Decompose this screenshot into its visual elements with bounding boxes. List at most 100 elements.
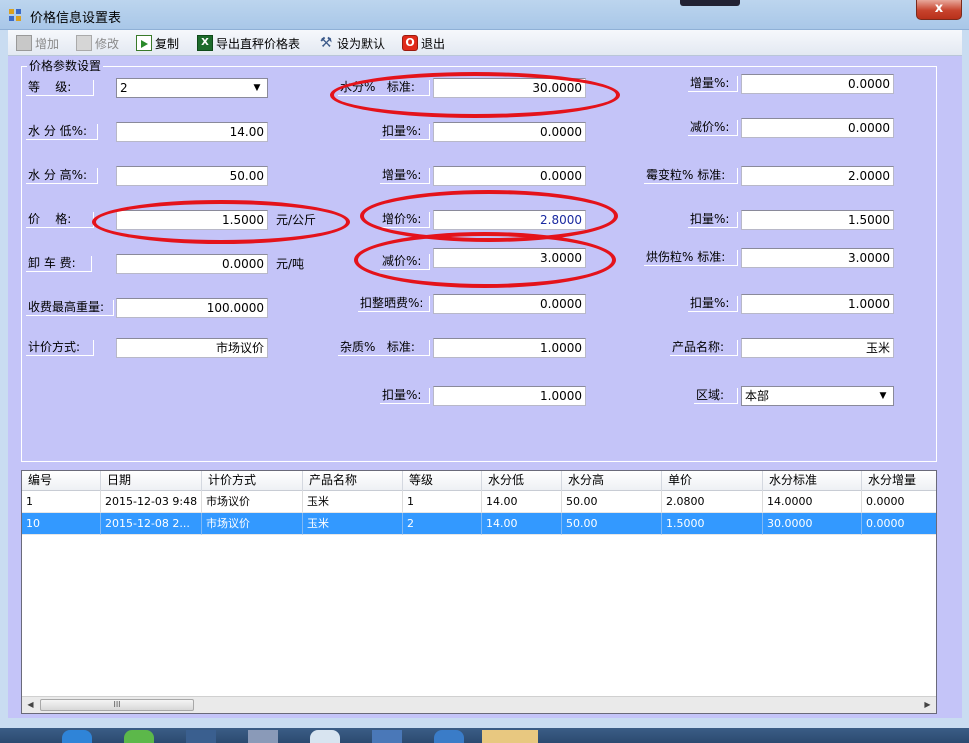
table-row-selected[interactable]: 10 2015-12-08 2... 市场议价 玉米 2 14.00 50.00… [22, 513, 936, 535]
scroll-right-icon[interactable]: ▶ [919, 697, 936, 713]
table-cell: 50.00 [562, 491, 662, 513]
add-price-input[interactable]: 2.8000 [433, 210, 586, 230]
col-header-id[interactable]: 编号 [22, 471, 101, 491]
set-default-label: 设为默认 [337, 36, 386, 51]
table-row[interactable]: 1 2015-12-03 9:48 市场议价 玉米 1 14.00 50.00 … [22, 491, 936, 513]
baked-std-label: 烘伤粒% 标准: [644, 250, 738, 266]
increase-input[interactable]: 0.0000 [741, 74, 894, 94]
grade-select[interactable]: 2 ▼ [116, 78, 268, 98]
scroll-left-icon[interactable]: ◀ [22, 697, 39, 713]
region-select[interactable]: 本部 ▼ [741, 386, 894, 406]
exit-label: 退出 [421, 36, 446, 51]
deduct4-input[interactable]: 1.0000 [741, 294, 894, 314]
table-cell: 2.0800 [662, 491, 763, 513]
deduct4-label: 扣量%: [688, 296, 738, 312]
unload-fee-unit: 元/吨 [276, 257, 305, 271]
deduct2-label: 扣量%: [380, 388, 430, 404]
reduce-input[interactable]: 0.0000 [741, 118, 894, 138]
impurity-std-label: 杂质% 标准: [338, 340, 430, 356]
taskbar-app-icon[interactable] [186, 730, 216, 743]
table-cell: 0.0000 [862, 491, 936, 513]
increase1-input[interactable]: 0.0000 [433, 166, 586, 186]
max-weight-input[interactable]: 100.0000 [116, 298, 268, 318]
title-bar[interactable]: 价格信息设置表 x [0, 0, 969, 30]
unload-fee-input[interactable]: 0.0000 [116, 254, 268, 274]
add-label: 增加 [35, 36, 60, 51]
tools-icon: ⚒ [319, 35, 333, 51]
table-cell: 14.00 [482, 491, 562, 513]
taskbar-app-icon[interactable] [248, 730, 278, 743]
add-icon [16, 35, 32, 51]
taskbar-app-icon[interactable] [62, 730, 92, 743]
edit-button[interactable]: 修改 [76, 34, 119, 52]
app-icon [9, 9, 21, 21]
col-header-moisture-inc[interactable]: 水分增量 [862, 471, 936, 491]
add-button[interactable]: 增加 [16, 34, 59, 52]
table-cell: 2 [403, 513, 482, 535]
col-header-unit-price[interactable]: 单价 [662, 471, 763, 491]
impurity-std-input[interactable]: 1.0000 [433, 338, 586, 358]
title-bar-nub [680, 0, 740, 6]
col-header-grade[interactable]: 等级 [403, 471, 482, 491]
moisture-high-input[interactable]: 50.00 [116, 166, 268, 186]
copy-button[interactable]: 复制 [136, 34, 179, 52]
table-cell: 1 [22, 491, 101, 513]
export-label: 导出直秤价格表 [216, 36, 301, 51]
copy-icon [136, 35, 152, 51]
price-grid[interactable]: 编号 日期 计价方式 产品名称 等级 水分低 水分高 单价 水分标准 水分增量 … [21, 470, 937, 714]
col-header-moisture-low[interactable]: 水分低 [482, 471, 562, 491]
moisture-std-input[interactable]: 30.0000 [433, 78, 586, 98]
col-header-moisture-high[interactable]: 水分高 [562, 471, 662, 491]
chevron-down-icon: ▼ [879, 391, 887, 401]
copy-label: 复制 [155, 36, 180, 51]
price-label: 价 格: [26, 212, 94, 228]
col-header-product[interactable]: 产品名称 [303, 471, 403, 491]
set-default-button[interactable]: ⚒ 设为默认 [318, 34, 385, 52]
close-button[interactable]: x [916, 0, 962, 20]
moisture-std-label: 水分% 标准: [338, 80, 430, 96]
taskbar-app-icon[interactable] [310, 730, 340, 743]
unload-fee-label: 卸 车 费: [26, 256, 92, 272]
col-header-pricing-method[interactable]: 计价方式 [202, 471, 303, 491]
table-cell: 30.0000 [763, 513, 862, 535]
table-cell: 50.00 [562, 513, 662, 535]
moisture-low-input[interactable]: 14.00 [116, 122, 268, 142]
table-cell: 1.5000 [662, 513, 763, 535]
deduct3-input[interactable]: 1.5000 [741, 210, 894, 230]
exit-button[interactable]: O 退出 [402, 34, 445, 52]
reduce-price-input[interactable]: 3.0000 [433, 248, 586, 268]
price-input[interactable]: 1.5000 [116, 210, 268, 230]
table-cell: 10 [22, 513, 101, 535]
region-label: 区域: [694, 388, 738, 404]
scroll-thumb[interactable]: III [40, 699, 194, 711]
grade-label: 等 级: [26, 80, 94, 96]
grid-header: 编号 日期 计价方式 产品名称 等级 水分低 水分高 单价 水分标准 水分增量 [22, 471, 936, 491]
window: 价格信息设置表 x 增加 修改 复制 X 导出直秤价格表 ⚒ 设为默认 O 退出 [0, 0, 969, 743]
product-input[interactable]: 玉米 [741, 338, 894, 358]
exit-icon: O [402, 35, 418, 51]
increase1-label: 增量%: [380, 168, 430, 184]
drying-fee-input[interactable]: 0.0000 [433, 294, 586, 314]
price-unit: 元/公斤 [276, 213, 317, 227]
pricing-method-label: 计价方式: [26, 340, 94, 356]
taskbar-app-icon[interactable] [434, 730, 464, 743]
deduct1-input[interactable]: 0.0000 [433, 122, 586, 142]
drying-fee-label: 扣整晒费%: [358, 296, 430, 312]
taskbar-app-icon[interactable] [124, 730, 154, 743]
deduct2-input[interactable]: 1.0000 [433, 386, 586, 406]
horizontal-scrollbar[interactable]: ◀ III ▶ [22, 696, 936, 713]
taskbar-app-icon[interactable] [372, 730, 402, 743]
pricing-method-input[interactable]: 市场议价 [116, 338, 268, 358]
mildew-std-input[interactable]: 2.0000 [741, 166, 894, 186]
taskbar-app-icon-active[interactable] [482, 730, 538, 743]
export-button[interactable]: X 导出直秤价格表 [197, 34, 300, 52]
table-cell: 市场议价 [202, 513, 303, 535]
baked-std-input[interactable]: 3.0000 [741, 248, 894, 268]
toolbar: 增加 修改 复制 X 导出直秤价格表 ⚒ 设为默认 O 退出 [8, 30, 962, 56]
excel-export-icon: X [197, 35, 213, 51]
col-header-date[interactable]: 日期 [101, 471, 202, 491]
table-cell: 1 [403, 491, 482, 513]
reduce-price-label: 减价%: [380, 254, 430, 270]
col-header-moisture-std[interactable]: 水分标准 [763, 471, 862, 491]
product-label: 产品名称: [670, 340, 738, 356]
